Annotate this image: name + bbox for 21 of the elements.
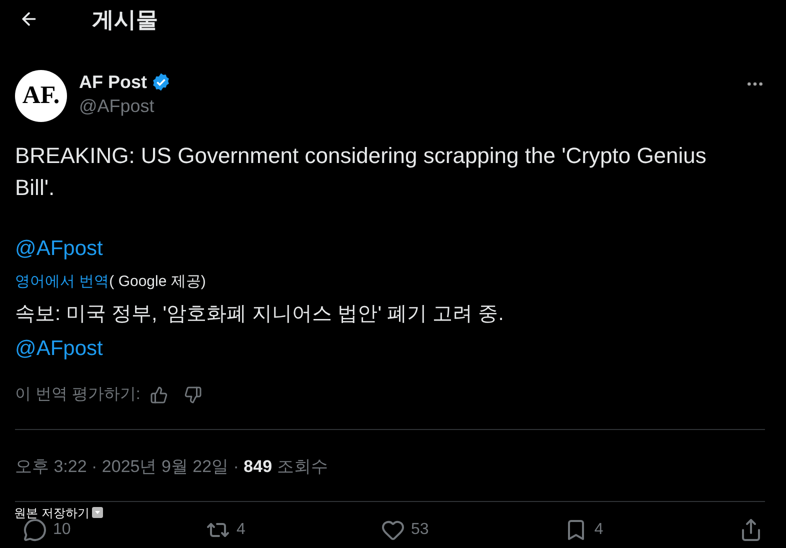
author-name[interactable]: AF Post: [79, 70, 148, 94]
rate-translation-label: 이 번역 평가하기:: [15, 385, 140, 405]
page-title: 게시물: [92, 6, 158, 34]
thumbs-up-icon[interactable]: [150, 386, 168, 404]
dropdown-icon: [92, 507, 104, 518]
reply-icon: [23, 518, 47, 542]
translation-link[interactable]: 영어에서 번역: [15, 271, 110, 293]
post-meta: 오후 3:22 · 2025년 9월 22일 · 849 조회수: [15, 456, 329, 478]
like-button[interactable]: 53: [380, 518, 429, 542]
translation-provider: ( Google 제공): [109, 272, 206, 292]
save-original-overlay[interactable]: 원본 저장하기: [14, 505, 104, 520]
thumbs-down-icon[interactable]: [184, 386, 202, 404]
translated-text: 속보: 미국 정부, '암호화폐 지니어스 법안' 폐기 고려 중.: [15, 302, 505, 327]
bookmark-button[interactable]: 4: [564, 518, 604, 542]
post-text: BREAKING: US Government considering scrapping the 'Crypto Genius Bill'.: [15, 142, 708, 202]
mention-link[interactable]: @AFpost: [15, 333, 103, 365]
avatar[interactable]: AF.: [15, 70, 67, 122]
author-handle: @AFpost: [79, 95, 156, 118]
repost-button[interactable]: 4: [206, 518, 246, 542]
mention-link[interactable]: @AFpost: [15, 233, 103, 265]
reply-button[interactable]: 10: [23, 518, 71, 542]
